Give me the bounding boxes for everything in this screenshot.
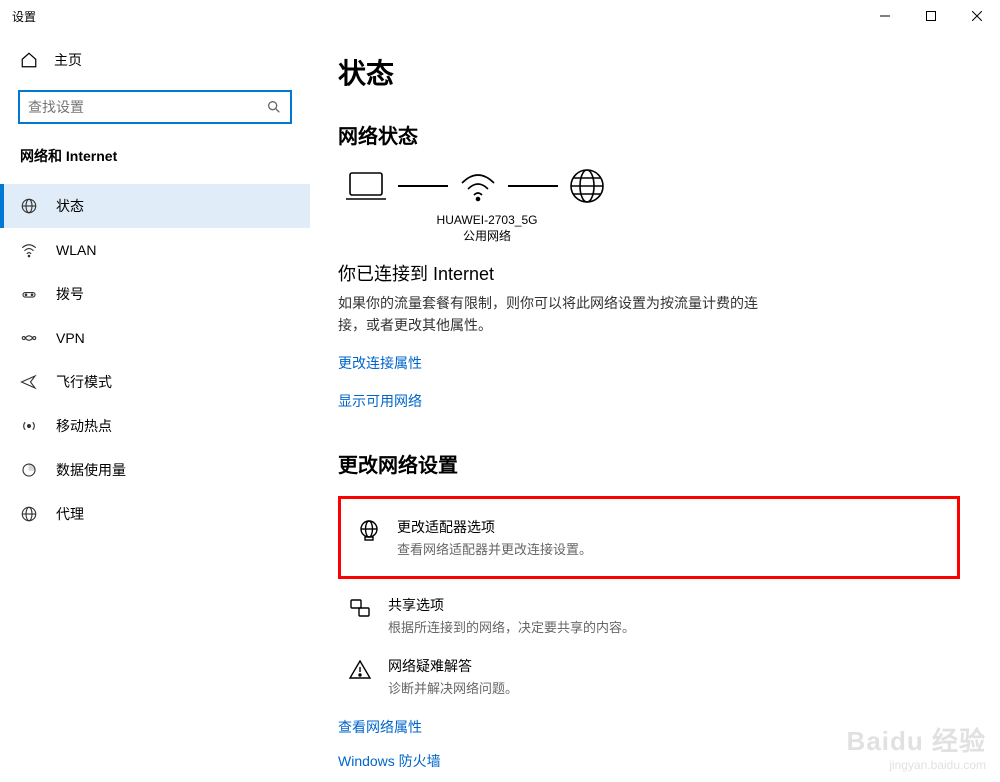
sidebar-item-label: 状态 — [56, 196, 84, 216]
sidebar-item-label: 数据使用量 — [56, 460, 126, 480]
home-label: 主页 — [54, 50, 82, 70]
change-connection-props-link[interactable]: 更改连接属性 — [338, 353, 422, 373]
option-title: 更改适配器选项 — [397, 517, 592, 537]
sharing-options[interactable]: 共享选项 根据所连接到的网络，决定要共享的内容。 — [338, 585, 960, 646]
search-icon — [266, 99, 282, 115]
sidebar-item-label: VPN — [56, 330, 85, 346]
hotspot-icon — [20, 417, 38, 435]
sidebar-item-label: 代理 — [56, 504, 84, 524]
network-troubleshoot[interactable]: 网络疑难解答 诊断并解决网络问题。 — [338, 646, 960, 707]
sidebar-item-airplane[interactable]: 飞行模式 — [0, 360, 310, 404]
change-network-settings-heading: 更改网络设置 — [338, 449, 960, 478]
option-desc: 根据所连接到的网络，决定要共享的内容。 — [388, 617, 635, 636]
sidebar-section-title: 网络和 Internet — [0, 146, 310, 184]
windows-firewall-link[interactable]: Windows 防火墙 — [338, 751, 960, 771]
search-input[interactable] — [28, 99, 266, 115]
home-icon — [20, 51, 38, 69]
show-available-networks-link[interactable]: 显示可用网络 — [338, 391, 422, 411]
view-network-properties-link[interactable]: 查看网络属性 — [338, 717, 960, 737]
option-desc: 查看网络适配器并更改连接设置。 — [397, 539, 592, 558]
troubleshoot-icon — [346, 658, 374, 682]
window-title: 设置 — [12, 8, 36, 25]
page-title: 状态 — [338, 52, 960, 92]
sidebar: 主页 网络和 Internet 状态 WLAN 拨号 VPN 飞行模式 — [0, 32, 310, 782]
network-diagram-labels: HUAWEI-2703_5G 公用网络 — [432, 213, 542, 244]
network-diagram — [344, 167, 960, 205]
home-nav[interactable]: 主页 — [0, 42, 310, 78]
sidebar-item-dialup[interactable]: 拨号 — [0, 272, 310, 316]
sidebar-item-status[interactable]: 状态 — [0, 184, 310, 228]
option-title: 网络疑难解答 — [388, 656, 518, 676]
internet-globe-icon — [568, 167, 606, 205]
sidebar-item-hotspot[interactable]: 移动热点 — [0, 404, 310, 448]
sidebar-item-label: WLAN — [56, 242, 96, 258]
sidebar-item-proxy[interactable]: 代理 — [0, 492, 310, 536]
option-desc: 诊断并解决网络问题。 — [388, 678, 518, 697]
close-button[interactable] — [954, 0, 1000, 32]
globe-icon — [20, 197, 38, 215]
connection-line — [508, 185, 558, 187]
proxy-icon — [20, 505, 38, 523]
wifi-signal-icon — [458, 169, 498, 203]
airplane-icon — [20, 373, 38, 391]
data-usage-icon — [20, 461, 38, 479]
connected-heading: 你已连接到 Internet — [338, 260, 960, 286]
adapter-icon — [355, 519, 383, 543]
laptop-icon — [344, 169, 388, 203]
sidebar-item-wlan[interactable]: WLAN — [0, 228, 310, 272]
sidebar-item-label: 移动热点 — [56, 416, 112, 436]
sidebar-item-label: 飞行模式 — [56, 372, 112, 392]
connected-description: 如果你的流量套餐有限制，则你可以将此网络设置为按流量计费的连接，或者更改其他属性… — [338, 292, 758, 337]
connection-line — [398, 185, 448, 187]
sidebar-item-vpn[interactable]: VPN — [0, 316, 310, 360]
sidebar-item-label: 拨号 — [56, 284, 84, 304]
sidebar-item-datausage[interactable]: 数据使用量 — [0, 448, 310, 492]
main-content: 状态 网络状态 HUAWEI-2703_5G 公用网络 你已连接到 Intern… — [310, 32, 1000, 782]
wifi-icon — [20, 241, 38, 259]
search-input-container[interactable] — [18, 90, 292, 124]
option-title: 共享选项 — [388, 595, 635, 615]
change-adapter-options[interactable]: 更改适配器选项 查看网络适配器并更改连接设置。 — [347, 507, 951, 568]
minimize-button[interactable] — [862, 0, 908, 32]
sharing-icon — [346, 597, 374, 621]
ssid-label: HUAWEI-2703_5G — [432, 213, 542, 227]
network-status-heading: 网络状态 — [338, 120, 960, 149]
dialup-icon — [20, 285, 38, 303]
vpn-icon — [20, 329, 38, 347]
network-type-label: 公用网络 — [432, 227, 542, 244]
maximize-button[interactable] — [908, 0, 954, 32]
